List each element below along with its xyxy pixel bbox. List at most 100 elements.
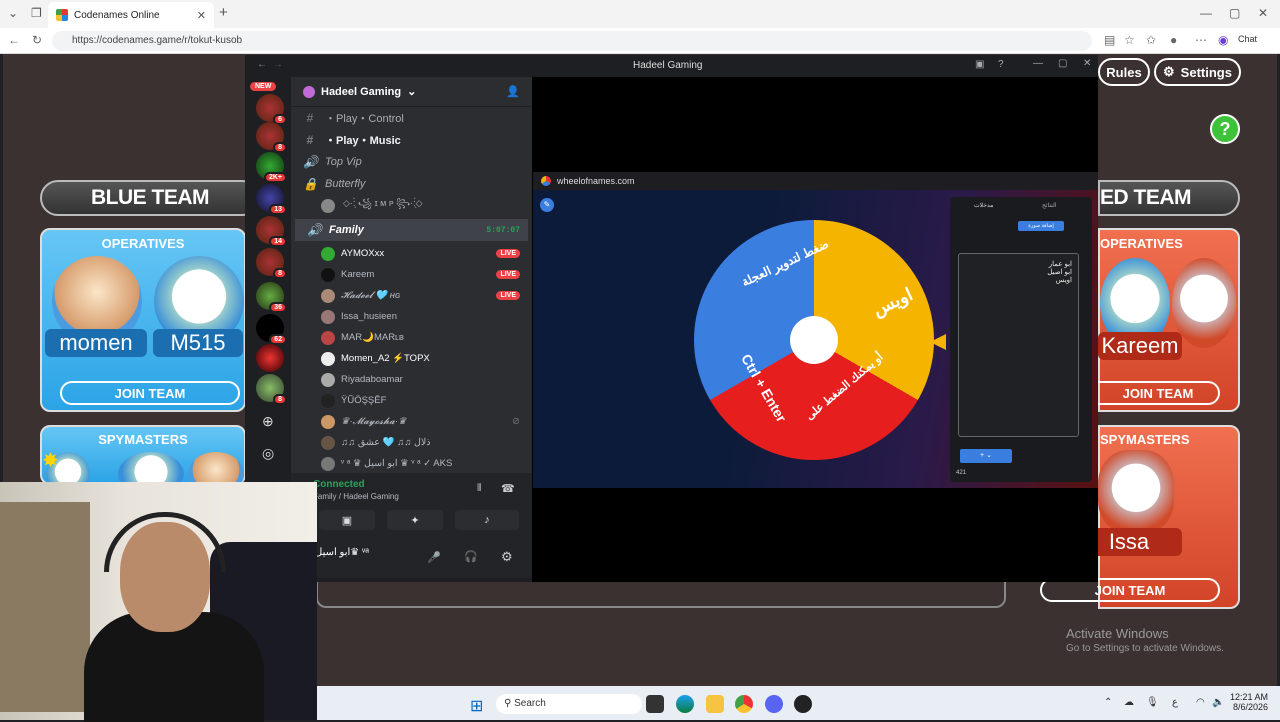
gear-icon[interactable]: ⚙ bbox=[501, 549, 513, 565]
url-field[interactable]: https://codenames.game/r/tokut-kusob bbox=[52, 31, 1092, 51]
help-icon[interactable]: ? bbox=[998, 59, 1004, 70]
clock[interactable]: 12:21 AM 8/6/2026 bbox=[1228, 692, 1268, 712]
cloud-icon[interactable]: ☁ bbox=[1124, 697, 1134, 708]
blue-join-team-button[interactable]: JOIN TEAM bbox=[60, 381, 240, 405]
microphone-icon[interactable]: 🎤 bbox=[427, 551, 441, 564]
discord-icon[interactable] bbox=[765, 695, 783, 713]
avatar bbox=[321, 309, 335, 324]
member-name: ♫♫ ذلال ♫♫ 🩵 عشق bbox=[341, 437, 431, 448]
reader-icon[interactable]: ▤ bbox=[1104, 33, 1115, 47]
forward-icon[interactable]: → bbox=[273, 59, 283, 70]
entries-tab[interactable]: مدخلات bbox=[974, 202, 993, 209]
entries-textarea[interactable]: ابو عمار ابو اصيل اويس bbox=[958, 253, 1079, 437]
server-icon[interactable]: 6 bbox=[256, 94, 287, 125]
add-image-button[interactable]: إضافة صورة bbox=[1018, 221, 1064, 231]
headphones-icon[interactable]: 🎧 bbox=[464, 550, 478, 563]
server-icon[interactable] bbox=[256, 344, 284, 372]
browser-tab[interactable]: Codenames Online ✕ bbox=[48, 2, 214, 28]
more-icon[interactable]: ⋯ bbox=[1195, 33, 1207, 47]
back-icon[interactable]: ← bbox=[8, 33, 20, 47]
member-name: Issa_husieen bbox=[341, 311, 397, 322]
channel-item[interactable]: 🔊 Top Vip bbox=[291, 151, 532, 173]
edge-icon[interactable] bbox=[676, 695, 694, 713]
copilot-icon[interactable]: ◉ bbox=[1218, 33, 1228, 47]
invite-icon[interactable]: 👤 bbox=[506, 85, 520, 98]
close-icon[interactable]: ✕ bbox=[1083, 58, 1091, 69]
channel-item[interactable]: # ・Play・Music bbox=[291, 129, 532, 151]
settings-button[interactable]: ⚙ Settings bbox=[1154, 58, 1241, 86]
help-button[interactable]: ? bbox=[1210, 114, 1240, 144]
member-item[interactable]: Riyadaboamar bbox=[291, 369, 532, 390]
minimize-icon[interactable]: — bbox=[1033, 58, 1043, 69]
activities-button[interactable]: ✦ bbox=[387, 510, 443, 530]
member-item[interactable]: ♛·𝓜𝓪𝔂𝓸𝓼𝓱𝓪·♛ ⊘ bbox=[291, 411, 532, 432]
channel-item[interactable]: # ・Play・Control bbox=[291, 107, 532, 129]
chrome-icon[interactable] bbox=[735, 695, 753, 713]
start-icon[interactable]: ⊞ bbox=[470, 696, 483, 716]
back-icon[interactable]: ← bbox=[257, 59, 267, 70]
server-header[interactable]: Hadeel Gaming ⌄ 👤 bbox=[291, 77, 532, 107]
member-item[interactable]: ŸŨÖŞŞĒF bbox=[291, 390, 532, 411]
disconnect-icon[interactable]: ☎ bbox=[501, 482, 515, 495]
volume-icon[interactable]: 🔈 bbox=[1212, 697, 1224, 708]
member-item[interactable]: MAR🌙MARʟʙ bbox=[291, 327, 532, 348]
close-window-icon[interactable]: ✕ bbox=[1258, 6, 1268, 20]
refresh-icon[interactable]: ↻ bbox=[32, 33, 42, 47]
rules-button[interactable]: Rules bbox=[1098, 58, 1150, 86]
favorite-icon[interactable]: ☆ bbox=[1124, 33, 1135, 47]
server-icon[interactable]: 8 bbox=[256, 248, 287, 279]
add-server-icon[interactable]: ⊕ bbox=[262, 413, 274, 430]
taskbar-search[interactable]: ⚲ Search bbox=[496, 694, 642, 714]
wheel-hub[interactable] bbox=[790, 316, 838, 364]
tab-close-icon[interactable]: ✕ bbox=[197, 9, 206, 22]
microphone-icon[interactable]: 🎙 bbox=[1146, 697, 1159, 708]
voice-channel-path[interactable]: Family / Hadeel Gaming bbox=[313, 492, 399, 501]
channel-item-active[interactable]: 🔊 Family 5:07:07 bbox=[295, 219, 528, 241]
avatar bbox=[321, 372, 335, 387]
server-icon[interactable]: 62 bbox=[256, 314, 287, 345]
minimize-icon[interactable]: — bbox=[1200, 6, 1212, 20]
server-icon[interactable]: 8 bbox=[256, 374, 287, 405]
language-indicator[interactable]: ع bbox=[1172, 697, 1178, 708]
member-item[interactable]: Issa_husieen bbox=[291, 306, 532, 327]
maximize-icon[interactable]: ▢ bbox=[1058, 58, 1067, 69]
tab-list-icon[interactable]: ⌄ bbox=[8, 6, 18, 20]
red-operatives-title: OPERATIVES bbox=[1100, 236, 1183, 251]
server-icon[interactable]: 36 bbox=[256, 282, 287, 313]
task-view-icon[interactable] bbox=[646, 695, 664, 713]
noise-icon[interactable]: ⦀ bbox=[477, 483, 481, 494]
profile-icon[interactable]: ● bbox=[1170, 33, 1177, 47]
server-icon[interactable]: 8 bbox=[256, 122, 287, 153]
member-item[interactable]: ᵛ ᵃ ♛ ابو اسيل ♛ ᵛ ᵃ ✓ AKS bbox=[291, 453, 532, 474]
inbox-icon[interactable]: ▣ bbox=[975, 59, 984, 70]
screen-share-button[interactable]: ▣ bbox=[319, 510, 375, 530]
add-entry-button[interactable]: + ⌄ bbox=[960, 449, 1012, 463]
user-name[interactable]: ابو اسيل♛ ᵛᵃ bbox=[315, 547, 369, 558]
member-item[interactable]: Momen_A2 ⚡TOPX bbox=[291, 348, 532, 369]
tab-actions-icon[interactable]: ❐ bbox=[31, 6, 42, 20]
member-item[interactable]: 𝓗𝓪𝓭𝓮𝓮𝓵 🩵 ʜɢ LIVE bbox=[291, 285, 532, 306]
member-item[interactable]: Kareem LIVE bbox=[291, 264, 532, 285]
red-join-team-button[interactable]: JOIN TEAM bbox=[1098, 381, 1220, 405]
wheel-site-name[interactable]: wheelofnames.com bbox=[557, 176, 635, 186]
member-item[interactable]: ◇·:̗̀ ꧁ ɪ ᴍ ᴘ ꧂·:̖́◇ bbox=[291, 195, 532, 217]
member-item[interactable]: AYMOXxx LIVE bbox=[291, 243, 532, 264]
member-item[interactable]: ♫♫ ذلال ♫♫ 🩵 عشق bbox=[291, 432, 532, 453]
server-icon[interactable]: 2K+ bbox=[256, 152, 287, 183]
app-icon[interactable] bbox=[794, 695, 812, 713]
server-avatar-icon bbox=[303, 85, 315, 98]
chevron-up-icon[interactable]: ⌃ bbox=[1104, 697, 1112, 708]
soundboard-button[interactable]: ♪ bbox=[455, 510, 519, 530]
favorites-icon[interactable]: ✩ bbox=[1146, 33, 1156, 47]
server-icon[interactable]: 14 bbox=[256, 216, 287, 247]
new-tab-icon[interactable]: + bbox=[219, 4, 228, 21]
edit-icon[interactable]: ✎ bbox=[540, 198, 554, 212]
file-explorer-icon[interactable] bbox=[706, 695, 724, 713]
channel-item[interactable]: 🔒 Butterfly bbox=[291, 173, 532, 195]
wifi-icon[interactable]: ◠ bbox=[1196, 697, 1205, 708]
maximize-icon[interactable]: ▢ bbox=[1229, 6, 1240, 20]
discover-icon[interactable]: ◎ bbox=[262, 445, 274, 462]
chat-label[interactable]: Chat bbox=[1238, 34, 1257, 44]
server-icon[interactable]: 13 bbox=[256, 184, 287, 215]
results-tab[interactable]: النتائج bbox=[1042, 202, 1057, 209]
